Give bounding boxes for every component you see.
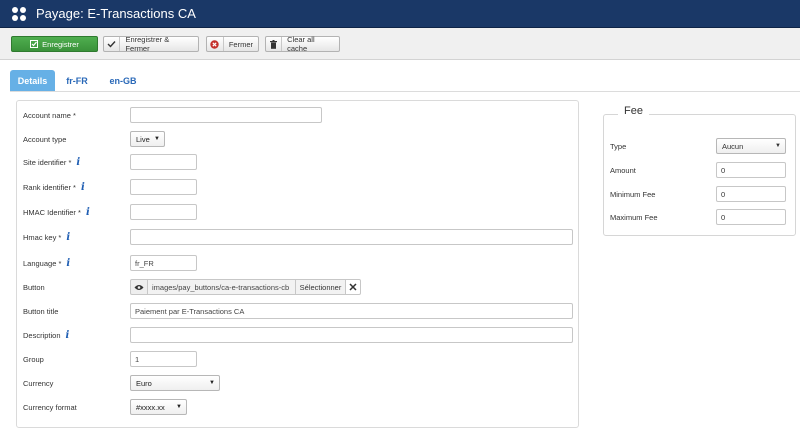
details-form: Account name * Account type Live ▼ Site …: [16, 100, 579, 428]
fee-fieldset: Type Aucun ▼ Amount 0 Minimum Fee 0 Maxi…: [603, 114, 796, 236]
fee-legend: Fee: [618, 105, 649, 117]
language-label: Language * i: [23, 255, 70, 271]
account-type-value: Live: [136, 134, 150, 144]
description-input[interactable]: [130, 327, 573, 343]
language-label-text: Language *: [23, 258, 62, 268]
trash-icon: [266, 37, 283, 51]
site-identifier-input[interactable]: [130, 154, 197, 170]
preview-eye-icon[interactable]: [130, 279, 148, 295]
save-label: Enregistrer: [42, 39, 79, 49]
description-label: Description i: [23, 327, 69, 343]
button-title-label: Button title: [23, 306, 59, 316]
info-icon[interactable]: i: [81, 182, 85, 193]
joomla-logo-icon[interactable]: [8, 3, 30, 25]
hmac-identifier-label-text: HMAC Identifier *: [23, 207, 81, 217]
account-type-label: Account type: [23, 134, 67, 144]
chevron-down-icon: ▼: [176, 404, 182, 410]
tab-fr-fr[interactable]: fr-FR: [57, 70, 97, 91]
rank-identifier-label: Rank identifier * i: [23, 179, 85, 195]
account-name-label: Account name *: [23, 110, 76, 120]
info-icon[interactable]: i: [86, 207, 90, 218]
currency-format-select[interactable]: #xxxx.xx ▼: [130, 399, 187, 415]
fee-amount-input[interactable]: 0: [716, 162, 786, 178]
cancel-icon: [207, 37, 224, 51]
button-title-input[interactable]: Paiement par E-Transactions CA: [130, 303, 573, 319]
toolbar: Enregistrer Enregistrer & Fermer Fermer …: [0, 28, 800, 60]
currency-value: Euro: [136, 378, 152, 388]
fee-type-value: Aucun: [722, 141, 744, 151]
site-identifier-label: Site identifier * i: [23, 154, 80, 170]
save-button[interactable]: Enregistrer: [11, 36, 98, 52]
maximum-fee-label: Maximum Fee: [610, 212, 658, 222]
checkmark-icon: [104, 37, 121, 51]
clear-media-icon[interactable]: ✕: [346, 279, 361, 295]
close-button[interactable]: Fermer: [206, 36, 259, 52]
tab-details[interactable]: Details: [10, 70, 55, 91]
site-identifier-label-text: Site identifier *: [23, 157, 72, 167]
info-icon[interactable]: i: [66, 330, 70, 341]
hmac-identifier-label: HMAC Identifier * i: [23, 204, 90, 220]
hmac-identifier-input[interactable]: [130, 204, 197, 220]
media-path-input[interactable]: images/pay_buttons/ca-e-transactions-cb: [148, 279, 296, 295]
chevron-down-icon: ▼: [154, 136, 160, 142]
save-close-button[interactable]: Enregistrer & Fermer: [103, 35, 199, 53]
currency-format-label: Currency format: [23, 402, 77, 412]
clear-cache-label: Clear all cache: [287, 35, 315, 53]
hmac-key-label: Hmac key * i: [23, 229, 70, 245]
group-input[interactable]: 1: [130, 351, 197, 367]
minimum-fee-input[interactable]: 0: [716, 186, 786, 202]
language-input[interactable]: fr_FR: [130, 255, 197, 271]
maximum-fee-input[interactable]: 0: [716, 209, 786, 225]
fee-type-select[interactable]: Aucun ▼: [716, 138, 786, 154]
account-type-select[interactable]: Live ▼: [130, 131, 165, 147]
currency-format-value: #xxxx.xx: [136, 402, 165, 412]
close-label: Fermer: [228, 39, 253, 49]
group-label: Group: [23, 354, 44, 364]
info-icon[interactable]: i: [66, 258, 70, 269]
fee-amount-label: Amount: [610, 165, 636, 175]
tab-divider: [10, 91, 800, 92]
info-icon[interactable]: i: [66, 232, 70, 243]
minimum-fee-label: Minimum Fee: [610, 189, 656, 199]
media-field: images/pay_buttons/ca-e-transactions-cb …: [130, 279, 361, 295]
description-label-text: Description: [23, 330, 61, 340]
currency-select[interactable]: Euro ▼: [130, 375, 220, 391]
hmac-key-input[interactable]: [130, 229, 573, 245]
hmac-key-label-text: Hmac key *: [23, 232, 62, 242]
rank-identifier-label-text: Rank identifier *: [23, 182, 76, 192]
rank-identifier-input[interactable]: [130, 179, 197, 195]
fee-type-label: Type: [610, 141, 627, 151]
tab-en-gb[interactable]: en-GB: [100, 70, 146, 91]
select-media-button[interactable]: Sélectionner: [296, 279, 346, 295]
app-header: Payage: E-Transactions CA: [0, 0, 800, 28]
chevron-down-icon: ▼: [775, 143, 781, 149]
chevron-down-icon: ▼: [209, 380, 215, 386]
button-label: Button: [23, 282, 45, 292]
info-icon[interactable]: i: [76, 157, 80, 168]
account-name-input[interactable]: [130, 107, 322, 123]
clear-cache-button[interactable]: Clear all cache: [265, 35, 340, 53]
edit-icon: [30, 37, 39, 51]
page-title: Payage: E-Transactions CA: [36, 6, 196, 21]
currency-label: Currency: [23, 378, 54, 388]
save-close-label: Enregistrer & Fermer: [125, 35, 170, 53]
